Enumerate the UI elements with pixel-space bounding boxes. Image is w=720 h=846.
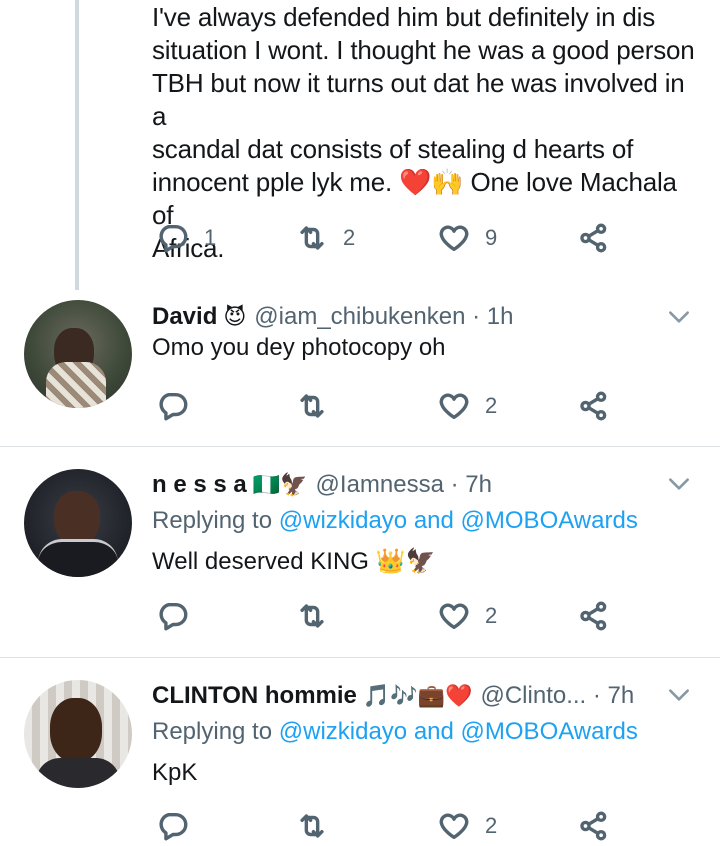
tweet-header: n e s s a 🇳🇬🦅 @Iamnessa · 7h	[152, 468, 672, 502]
retweet-button[interactable]: 2	[295, 218, 355, 258]
reply-button[interactable]: 1	[156, 218, 216, 258]
chevron-down-icon	[669, 311, 689, 323]
like-count: 2	[485, 813, 498, 838]
share-icon	[580, 391, 607, 421]
retweet-icon	[300, 226, 324, 250]
avatar[interactable]	[24, 300, 132, 408]
like-count: 2	[485, 603, 498, 628]
tweet-text-line: I've always defended him but definitely …	[152, 2, 656, 32]
share-icon	[580, 811, 607, 841]
share-button[interactable]	[577, 806, 611, 846]
display-name[interactable]: CLINTON hommie	[152, 682, 357, 710]
handle-timestamp[interactable]: @Clinto... · 7h	[480, 682, 634, 710]
replying-to: Replying to @wizkidayo and @MOBOAwards	[152, 718, 638, 746]
display-name-emoji: 🇳🇬🦅	[252, 472, 308, 497]
tweet-reply[interactable]: CLINTON hommie 🎵🎶💼❤️ @Clinto... · 7h Rep…	[0, 658, 720, 841]
share-icon	[580, 223, 607, 253]
share-button[interactable]	[577, 218, 611, 258]
replying-to: Replying to @wizkidayo and @MOBOAwards	[152, 507, 638, 535]
display-name-emoji: 😈	[223, 304, 247, 329]
tweet-text: Omo you dey photocopy oh	[152, 334, 446, 361]
tweet-reply[interactable]: David 😈 @iam_chibukenken · 1h Omo you de…	[0, 290, 720, 446]
like-count: 2	[485, 393, 498, 418]
share-button[interactable]	[577, 386, 611, 426]
retweet-button[interactable]	[295, 806, 343, 846]
heart-icon	[439, 393, 469, 420]
tweet-text: KpK	[152, 759, 198, 786]
tweet-reply[interactable]: n e s s a 🇳🇬🦅 @Iamnessa · 7h Replying to…	[0, 447, 720, 657]
like-button[interactable]: 2	[437, 596, 497, 636]
more-menu-button[interactable]	[666, 682, 692, 708]
reply-icon	[159, 812, 188, 841]
tweet-text-line: situation I wont. I thought he was a goo…	[152, 35, 695, 65]
heart-icon	[439, 225, 469, 252]
like-count: 9	[485, 225, 498, 250]
avatar[interactable]	[24, 469, 132, 577]
retweet-count: 2	[343, 225, 356, 250]
tweet-actions: 2	[152, 596, 622, 636]
like-button[interactable]: 2	[437, 806, 497, 846]
display-name[interactable]: n e s s a	[152, 471, 247, 499]
share-button[interactable]	[577, 596, 611, 636]
display-name-emoji: 🎵🎶💼❤️	[362, 683, 473, 708]
like-button[interactable]: 2	[437, 386, 497, 426]
tweet-header: David 😈 @iam_chibukenken · 1h	[152, 300, 672, 334]
replying-to-label: Replying to	[152, 507, 279, 534]
avatar[interactable]	[24, 680, 132, 788]
heart-icon	[439, 813, 469, 840]
more-menu-button[interactable]	[666, 471, 692, 497]
replying-to-mentions[interactable]: @wizkidayo and @MOBOAwards	[279, 718, 638, 745]
tweet-header: CLINTON hommie 🎵🎶💼❤️ @Clinto... · 7h	[152, 679, 672, 713]
reply-icon	[159, 392, 188, 421]
tweet-text: Well deserved KING 👑🦅	[152, 548, 436, 575]
heart-icon	[439, 603, 469, 630]
tweet-actions: 1 2 9	[152, 218, 622, 258]
more-menu-button[interactable]	[666, 304, 692, 330]
retweet-icon	[300, 604, 324, 628]
like-button[interactable]: 9	[437, 218, 497, 258]
reply-icon	[159, 224, 188, 253]
display-name[interactable]: David	[152, 303, 217, 331]
replying-to-label: Replying to	[152, 718, 279, 745]
handle-timestamp[interactable]: @Iamnessa · 7h	[316, 471, 492, 499]
reply-button[interactable]	[156, 386, 204, 426]
reply-count: 1	[204, 225, 217, 250]
tweet-actions: 2	[152, 386, 622, 426]
retweet-icon	[300, 814, 324, 838]
reply-button[interactable]	[156, 806, 204, 846]
retweet-button[interactable]	[295, 386, 343, 426]
reply-icon	[159, 602, 188, 631]
chevron-down-icon	[669, 478, 689, 490]
chevron-down-icon	[669, 689, 689, 701]
reply-button[interactable]	[156, 596, 204, 636]
tweet-parent[interactable]: I've always defended him but definitely …	[0, 0, 720, 290]
share-icon	[580, 601, 607, 631]
retweet-button[interactable]	[295, 596, 343, 636]
handle-timestamp[interactable]: @iam_chibukenken · 1h	[254, 303, 513, 331]
tweet-text-line: scandal dat consists of stealing d heart…	[152, 134, 634, 164]
replying-to-mentions[interactable]: @wizkidayo and @MOBOAwards	[279, 507, 638, 534]
tweet-actions: 2	[152, 806, 622, 846]
tweet-text-line: TBH but now it turns out dat he was invo…	[152, 68, 685, 131]
retweet-icon	[300, 394, 324, 418]
